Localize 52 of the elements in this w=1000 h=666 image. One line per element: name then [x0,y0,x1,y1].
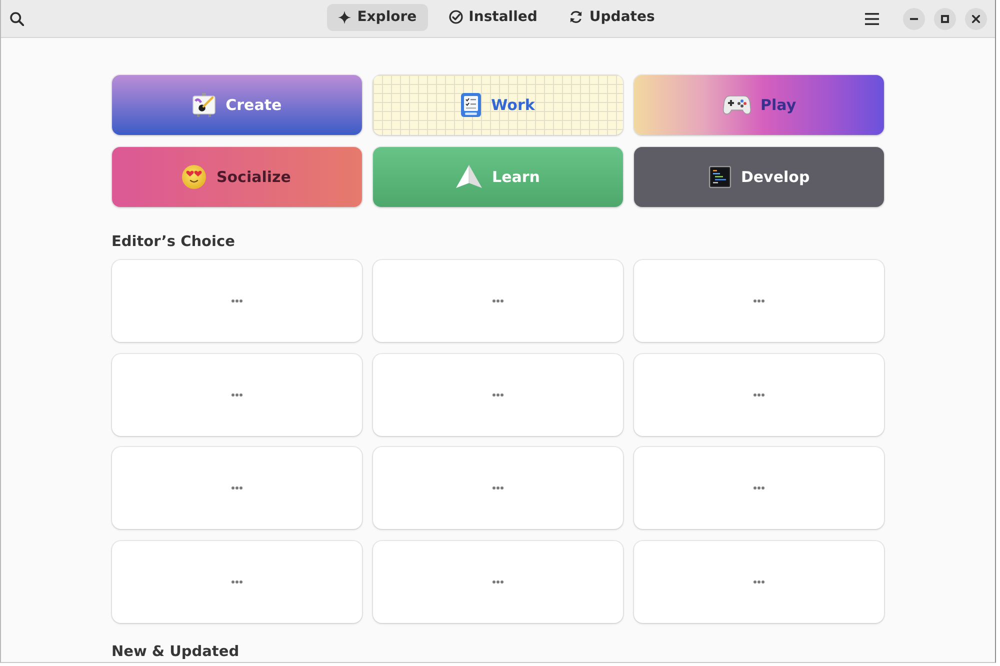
loading-dots-icon [492,486,504,490]
paper-plane-icon [456,165,482,189]
nav-tab[interactable]: Explore [327,4,428,30]
refresh-icon [569,10,584,24]
category-tile[interactable]: Work [372,75,624,135]
app-card[interactable] [634,260,884,342]
loading-dots-icon [230,299,243,303]
code-editor-icon [708,166,731,188]
app-card[interactable] [634,540,884,622]
loading-dots-icon [753,486,766,490]
checklist-icon [461,93,482,117]
minimize-button[interactable] [903,8,925,30]
close-button[interactable] [965,8,987,30]
section-heading: New & Updated [112,644,240,660]
category-tile[interactable]: Socialize [112,147,362,207]
loading-dots-icon [753,580,766,584]
category-tile[interactable]: Play [634,75,884,135]
app-card[interactable] [112,447,362,529]
close-icon [972,14,980,22]
gamepad-icon [722,95,751,115]
loading-dots-icon [230,486,243,490]
loading-dots-icon [230,580,243,584]
sparkle-icon [338,10,352,24]
easel-icon [192,93,216,117]
app-card[interactable] [372,260,624,342]
app-card[interactable] [634,447,884,529]
maximize-button[interactable] [934,8,956,30]
loading-dots-icon [492,580,504,584]
minimize-icon [910,18,918,20]
search-icon [10,12,24,26]
menu-icon [865,12,879,24]
app-card[interactable] [634,354,884,436]
app-card[interactable] [372,540,624,622]
app-card[interactable] [372,447,624,529]
app-card[interactable] [372,354,624,436]
loading-dots-icon [230,392,243,396]
app-card[interactable] [112,260,362,342]
category-tile[interactable]: Learn [372,147,624,207]
loading-dots-icon [492,392,504,396]
loading-dots-icon [753,299,766,303]
check-circle-icon [448,10,463,24]
app-card[interactable] [112,540,362,622]
category-tile[interactable]: Create [112,75,362,135]
section-heading: Editor’s Choice [112,234,236,250]
app-card[interactable] [112,354,362,436]
loading-dots-icon [753,392,766,396]
loading-dots-icon [492,299,504,303]
heart-eyes-emoji-icon [182,165,206,189]
category-tile[interactable]: Develop [634,147,884,207]
nav-tab[interactable]: Updates [558,4,666,30]
maximize-icon [941,14,949,22]
nav-tab[interactable]: Installed [438,4,548,30]
